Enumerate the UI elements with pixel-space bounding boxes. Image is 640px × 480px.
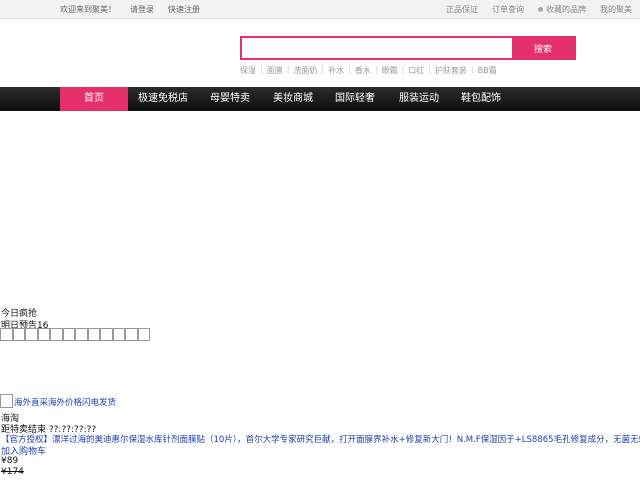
main-nav: 首页 极速免税店 母婴特卖 美妆商城 国际轻奢 服装运动 鞋包配饰: [0, 87, 640, 111]
broken-image: [62, 328, 75, 341]
hotword-link[interactable]: 口红: [404, 65, 428, 76]
broken-image: [137, 328, 150, 341]
nav-home[interactable]: 首页: [60, 87, 128, 111]
nav-duty-free[interactable]: 极速免税店: [134, 87, 192, 111]
nav-mother-baby[interactable]: 母婴特卖: [204, 87, 256, 111]
product-title-link[interactable]: 【官方授权】漂洋过海的美迪惠尔保湿水库针剂面膜贴（10片），首尔大学专家研究巨献…: [1, 433, 640, 445]
nav-beauty-mall[interactable]: 美妆商城: [268, 87, 318, 111]
broken-image: [87, 328, 100, 341]
nav-apparel-sports[interactable]: 服装运动: [394, 87, 444, 111]
hotword-link[interactable]: 香水: [351, 65, 375, 76]
login-link[interactable]: 请登录: [130, 4, 154, 15]
order-query-link[interactable]: 订单查询: [492, 4, 524, 15]
top-bar-right: 正品保证 订单查询 收藏的品牌 我的聚美: [446, 4, 632, 15]
search-input[interactable]: [242, 38, 514, 58]
broken-image: [75, 328, 88, 341]
hotword-link[interactable]: BB霜: [474, 65, 501, 76]
broken-image: [100, 328, 113, 341]
search-box: 搜索: [240, 36, 576, 60]
favorite-brands-link[interactable]: 收藏的品牌: [538, 4, 586, 15]
search-button[interactable]: 搜索: [512, 38, 574, 58]
broken-image: [25, 328, 38, 341]
broken-image: [37, 328, 50, 341]
heart-icon: [538, 7, 543, 12]
top-bar-left: 欢迎来到聚美！ 请登录 快速注册: [60, 4, 200, 15]
nav-shoes-bags[interactable]: 鞋包配饰: [456, 87, 506, 111]
overseas-banner[interactable]: 海外直采海外价格闪电发货: [0, 394, 116, 408]
welcome-text: 欢迎来到聚美！: [60, 5, 116, 14]
hotword-link[interactable]: 面膜: [263, 65, 287, 76]
hotword-link[interactable]: 保湿: [240, 65, 260, 76]
broken-image: [0, 394, 13, 408]
broken-image: [0, 328, 13, 341]
my-account-link[interactable]: 我的聚美: [600, 4, 632, 15]
sale-price: ¥89: [1, 456, 19, 466]
hotword-link[interactable]: 洗面奶: [289, 65, 321, 76]
hotword-link[interactable]: 护肤套装: [431, 65, 471, 76]
guarantee-link[interactable]: 正品保证: [446, 4, 478, 15]
register-link[interactable]: 快速注册: [168, 4, 200, 15]
favorite-brands-label: 收藏的品牌: [546, 5, 586, 14]
original-price: ¥174: [1, 467, 24, 477]
top-bar: 欢迎来到聚美！ 请登录 快速注册 正品保证 订单查询 收藏的品牌 我的聚美: [0, 0, 640, 19]
broken-image: [12, 328, 25, 341]
overseas-link[interactable]: 海外直采海外价格闪电发货: [14, 396, 116, 408]
broken-image-row: [0, 328, 150, 341]
hotword-link[interactable]: 眼霜: [378, 65, 402, 76]
nav-intl-luxury[interactable]: 国际轻奢: [330, 87, 380, 111]
hot-keywords: 保湿 | 面膜 | 洗面奶 | 补水 | 香水 | 眼霜 | 口红 | 护肤套装 | BB霜: [240, 65, 501, 76]
broken-image: [125, 328, 138, 341]
hotword-link[interactable]: 补水: [324, 65, 348, 76]
broken-image: [112, 328, 125, 341]
broken-image: [50, 328, 63, 341]
